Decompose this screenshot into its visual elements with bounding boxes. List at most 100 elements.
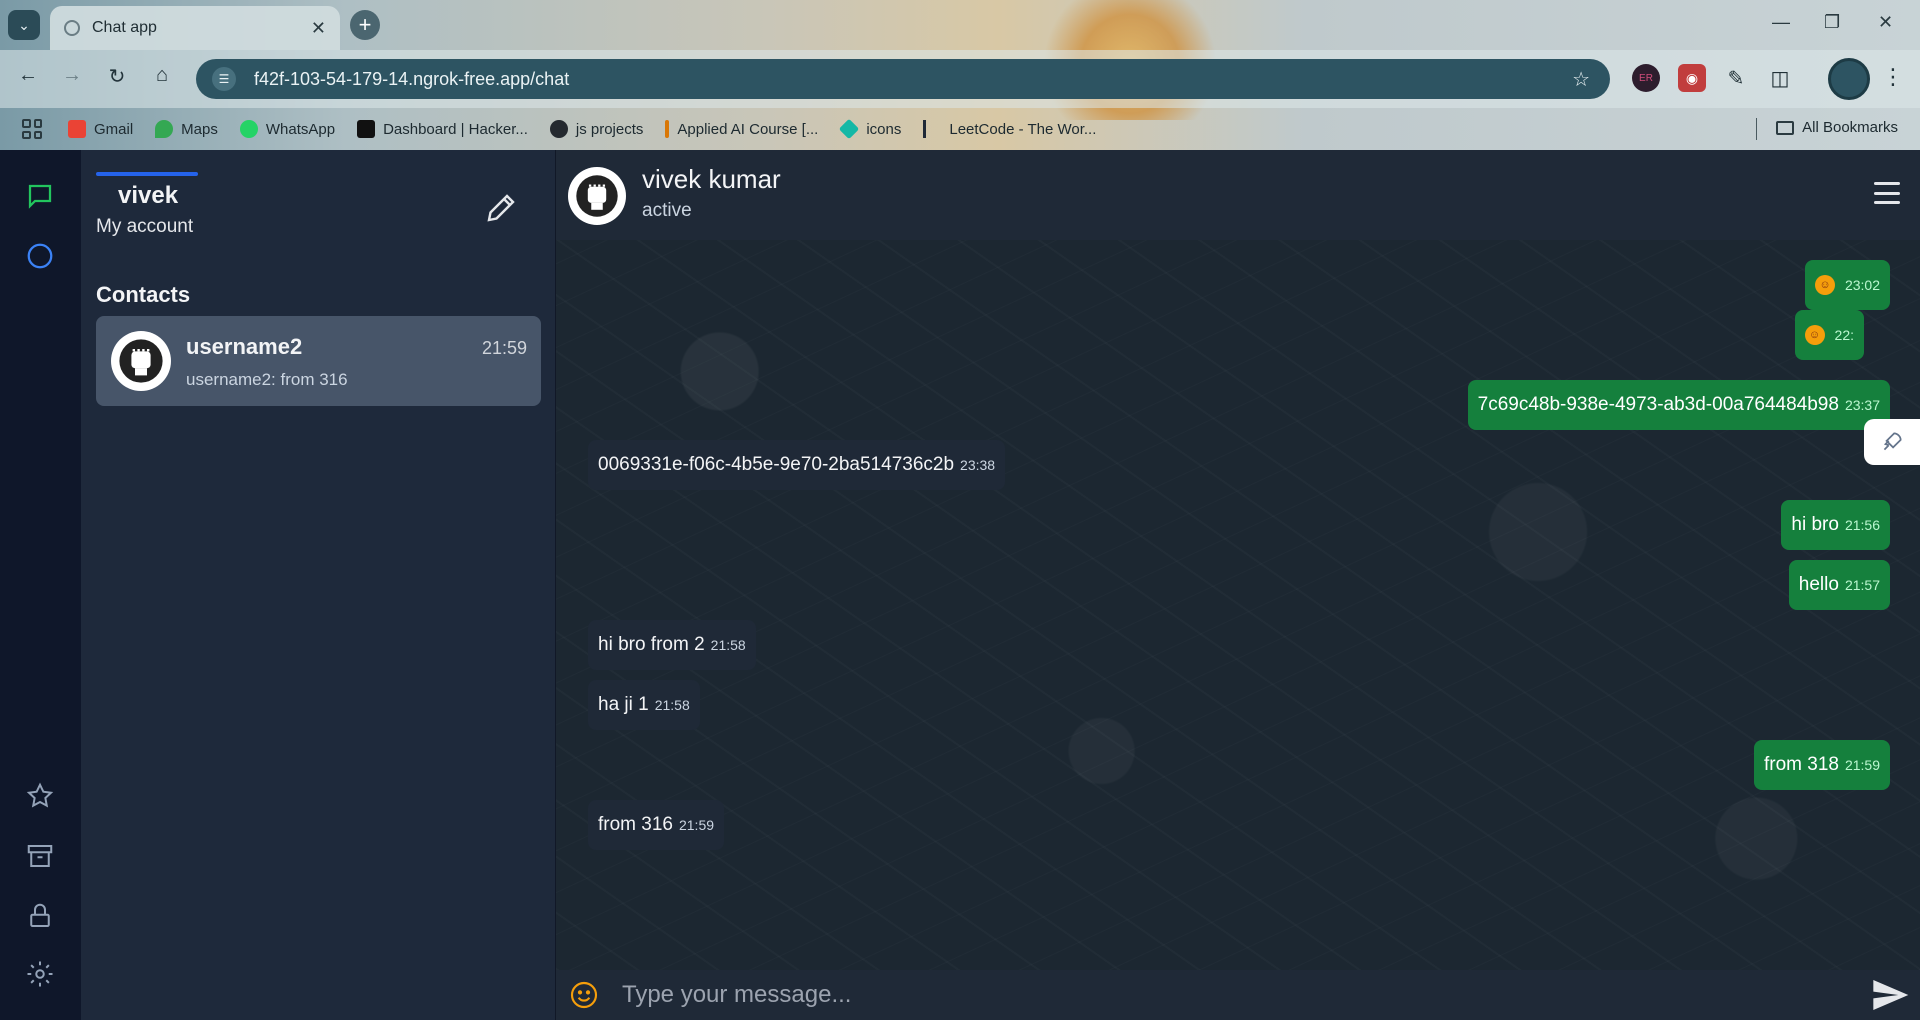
starred-nav[interactable] (22, 778, 58, 814)
message-outgoing[interactable]: hello 21:57 (1788, 560, 1890, 610)
rocket-icon (1883, 432, 1902, 451)
pencil-icon (487, 194, 515, 222)
chat-menu-button[interactable] (1874, 182, 1900, 204)
send-icon[interactable] (1870, 975, 1910, 1015)
bookmark-star-icon[interactable]: ☆ (1572, 67, 1590, 92)
lock-nav[interactable] (22, 898, 58, 934)
browser-chrome: ⌄ Chat app ✕ + — ❐ ✕ ← → ↻ ⌂ ☰ f42f-103-… (0, 0, 1920, 150)
bookmark-maps[interactable]: Maps (155, 120, 218, 138)
floating-widget-button[interactable] (1864, 419, 1920, 465)
gear-icon (27, 961, 53, 987)
address-bar[interactable]: ☰ f42f-103-54-179-14.ngrok-free.app/chat… (196, 59, 1610, 99)
contact-item[interactable]: username2 21:59 username2: from 316 (96, 316, 541, 406)
message-text: hi bro from 2 (598, 634, 705, 655)
bookmark-applied-ai[interactable]: Applied AI Course [... (665, 120, 818, 138)
message-composer (556, 970, 1920, 1020)
chevron-down-icon: ⌄ (18, 16, 30, 33)
bookmarks-bar: Gmail Maps WhatsApp Dashboard | Hacker..… (0, 108, 1920, 150)
url-text[interactable]: f42f-103-54-179-14.ngrok-free.app/chat (254, 69, 1572, 90)
contacts-sidebar: vivek My account Contacts username2 21:5… (81, 150, 556, 1020)
message-time: 23:37 (1844, 397, 1880, 413)
message-time: 23:02 (1844, 277, 1880, 293)
chat-bubble-icon (28, 184, 52, 209)
message-time: 21:58 (710, 637, 746, 653)
apps-grid-icon[interactable] (22, 119, 42, 139)
message-incoming[interactable]: ha ji 1 21:58 (588, 680, 700, 730)
globe-icon (64, 20, 80, 36)
bookmark-label: icons (866, 120, 902, 138)
message-outgoing[interactable]: from 318 21:59 (1753, 740, 1890, 790)
archive-nav[interactable] (22, 838, 58, 874)
message-outgoing[interactable]: ☺ 23:02 (1804, 260, 1890, 310)
extensions-puzzle-icon[interactable]: ◫ (1766, 64, 1794, 92)
chat-avatar[interactable] (568, 167, 626, 225)
bookmark-gmail[interactable]: Gmail (68, 120, 133, 138)
message-outgoing[interactable]: 7c69c48b-938e-4973-ab3d-00a764484b98 23:3… (1467, 380, 1890, 430)
bookmark-hackerrank[interactable]: Dashboard | Hacker... (357, 120, 528, 138)
message-input[interactable] (622, 975, 1870, 1015)
reload-icon[interactable]: ↻ (103, 64, 131, 89)
contact-time: 21:59 (481, 338, 527, 358)
message-time: 21:57 (1844, 577, 1880, 593)
site-info-icon[interactable]: ☰ (212, 67, 236, 91)
browser-menu-icon[interactable]: ⋮ (1882, 64, 1904, 90)
tab-search-button[interactable]: ⌄ (8, 10, 40, 40)
home-icon[interactable]: ⌂ (148, 64, 176, 87)
settings-nav[interactable] (22, 956, 58, 992)
chats-nav[interactable] (22, 178, 58, 214)
window-close-icon[interactable]: ✕ (1878, 12, 1893, 33)
bookmark-whatsapp[interactable]: WhatsApp (239, 120, 335, 138)
all-bookmarks-label: All Bookmarks (1802, 119, 1898, 136)
chat-pane: vivek kumar active ☺ 23:02 ☺ 22: 7c69c48b-… (556, 150, 1920, 1020)
archive-icon (27, 845, 53, 867)
minimize-icon[interactable]: — (1772, 12, 1790, 33)
bookmarks-divider (1756, 118, 1757, 140)
bookmark-js-projects[interactable]: js projects (549, 120, 644, 138)
extension-icon[interactable]: ◉ (1678, 64, 1706, 92)
message-incoming[interactable]: hi bro from 2 21:58 (588, 620, 756, 670)
restore-icon[interactable]: ❐ (1824, 12, 1840, 33)
fist-icon (119, 339, 163, 383)
forward-icon[interactable]: → (58, 64, 86, 87)
message-time: 23:38 (960, 457, 996, 473)
message-outgoing[interactable]: ☺ 22: (1794, 310, 1864, 360)
browser-tab[interactable]: Chat app ✕ (50, 6, 340, 50)
message-text: from 316 (598, 814, 673, 835)
message-text: ha ji 1 (598, 694, 649, 715)
extension-icon[interactable]: ER (1632, 64, 1660, 92)
message-time: 21:59 (678, 817, 715, 833)
folder-icon (1776, 120, 1795, 135)
bookmark-leetcode[interactable]: LeetCode - The Wor... (923, 120, 1096, 138)
message-incoming[interactable]: 0069331e-f06c-4b5e-9e70-2ba514736c2b 23:3… (588, 440, 1006, 490)
star-icon (26, 782, 54, 808)
contact-preview: username2: from 316 (186, 370, 348, 389)
leetcode-icon (923, 120, 941, 138)
status-nav[interactable] (22, 238, 58, 274)
eyedropper-icon[interactable]: ✎ (1722, 64, 1750, 92)
message-time: 21:58 (654, 697, 690, 713)
profile-avatar[interactable] (1828, 58, 1870, 100)
chat-contact-name: vivek kumar (642, 164, 781, 194)
all-bookmarks[interactable]: All Bookmarks (1776, 119, 1898, 136)
account-name[interactable]: vivek (118, 182, 178, 210)
bookmark-label: LeetCode - The Wor... (949, 120, 1097, 138)
hamburger-icon (1874, 182, 1900, 185)
fist-icon (576, 175, 618, 217)
close-tab-icon[interactable]: ✕ (311, 18, 326, 39)
contact-name: username2 (186, 334, 303, 359)
message-outgoing[interactable]: hi bro 21:56 (1781, 500, 1890, 550)
account-subtitle[interactable]: My account (96, 216, 193, 238)
chat-header: vivek kumar active (556, 150, 1920, 240)
new-tab-button[interactable]: + (350, 10, 380, 40)
hackerrank-icon (357, 120, 376, 138)
message-time: 21:59 (1844, 757, 1880, 773)
message-text: 7c69c48b-938e-4973-ab3d-00a764484b98 (1477, 394, 1839, 415)
emoji-picker-icon[interactable] (568, 979, 600, 1011)
message-incoming[interactable]: from 316 21:59 (588, 800, 725, 850)
bookmark-label: js projects (575, 120, 644, 138)
back-icon[interactable]: ← (14, 64, 42, 87)
gmail-icon (68, 120, 86, 138)
grin-emoji-icon: ☺ (1814, 275, 1835, 295)
edit-profile-button[interactable] (483, 190, 519, 226)
bookmark-icons[interactable]: icons (839, 118, 902, 140)
